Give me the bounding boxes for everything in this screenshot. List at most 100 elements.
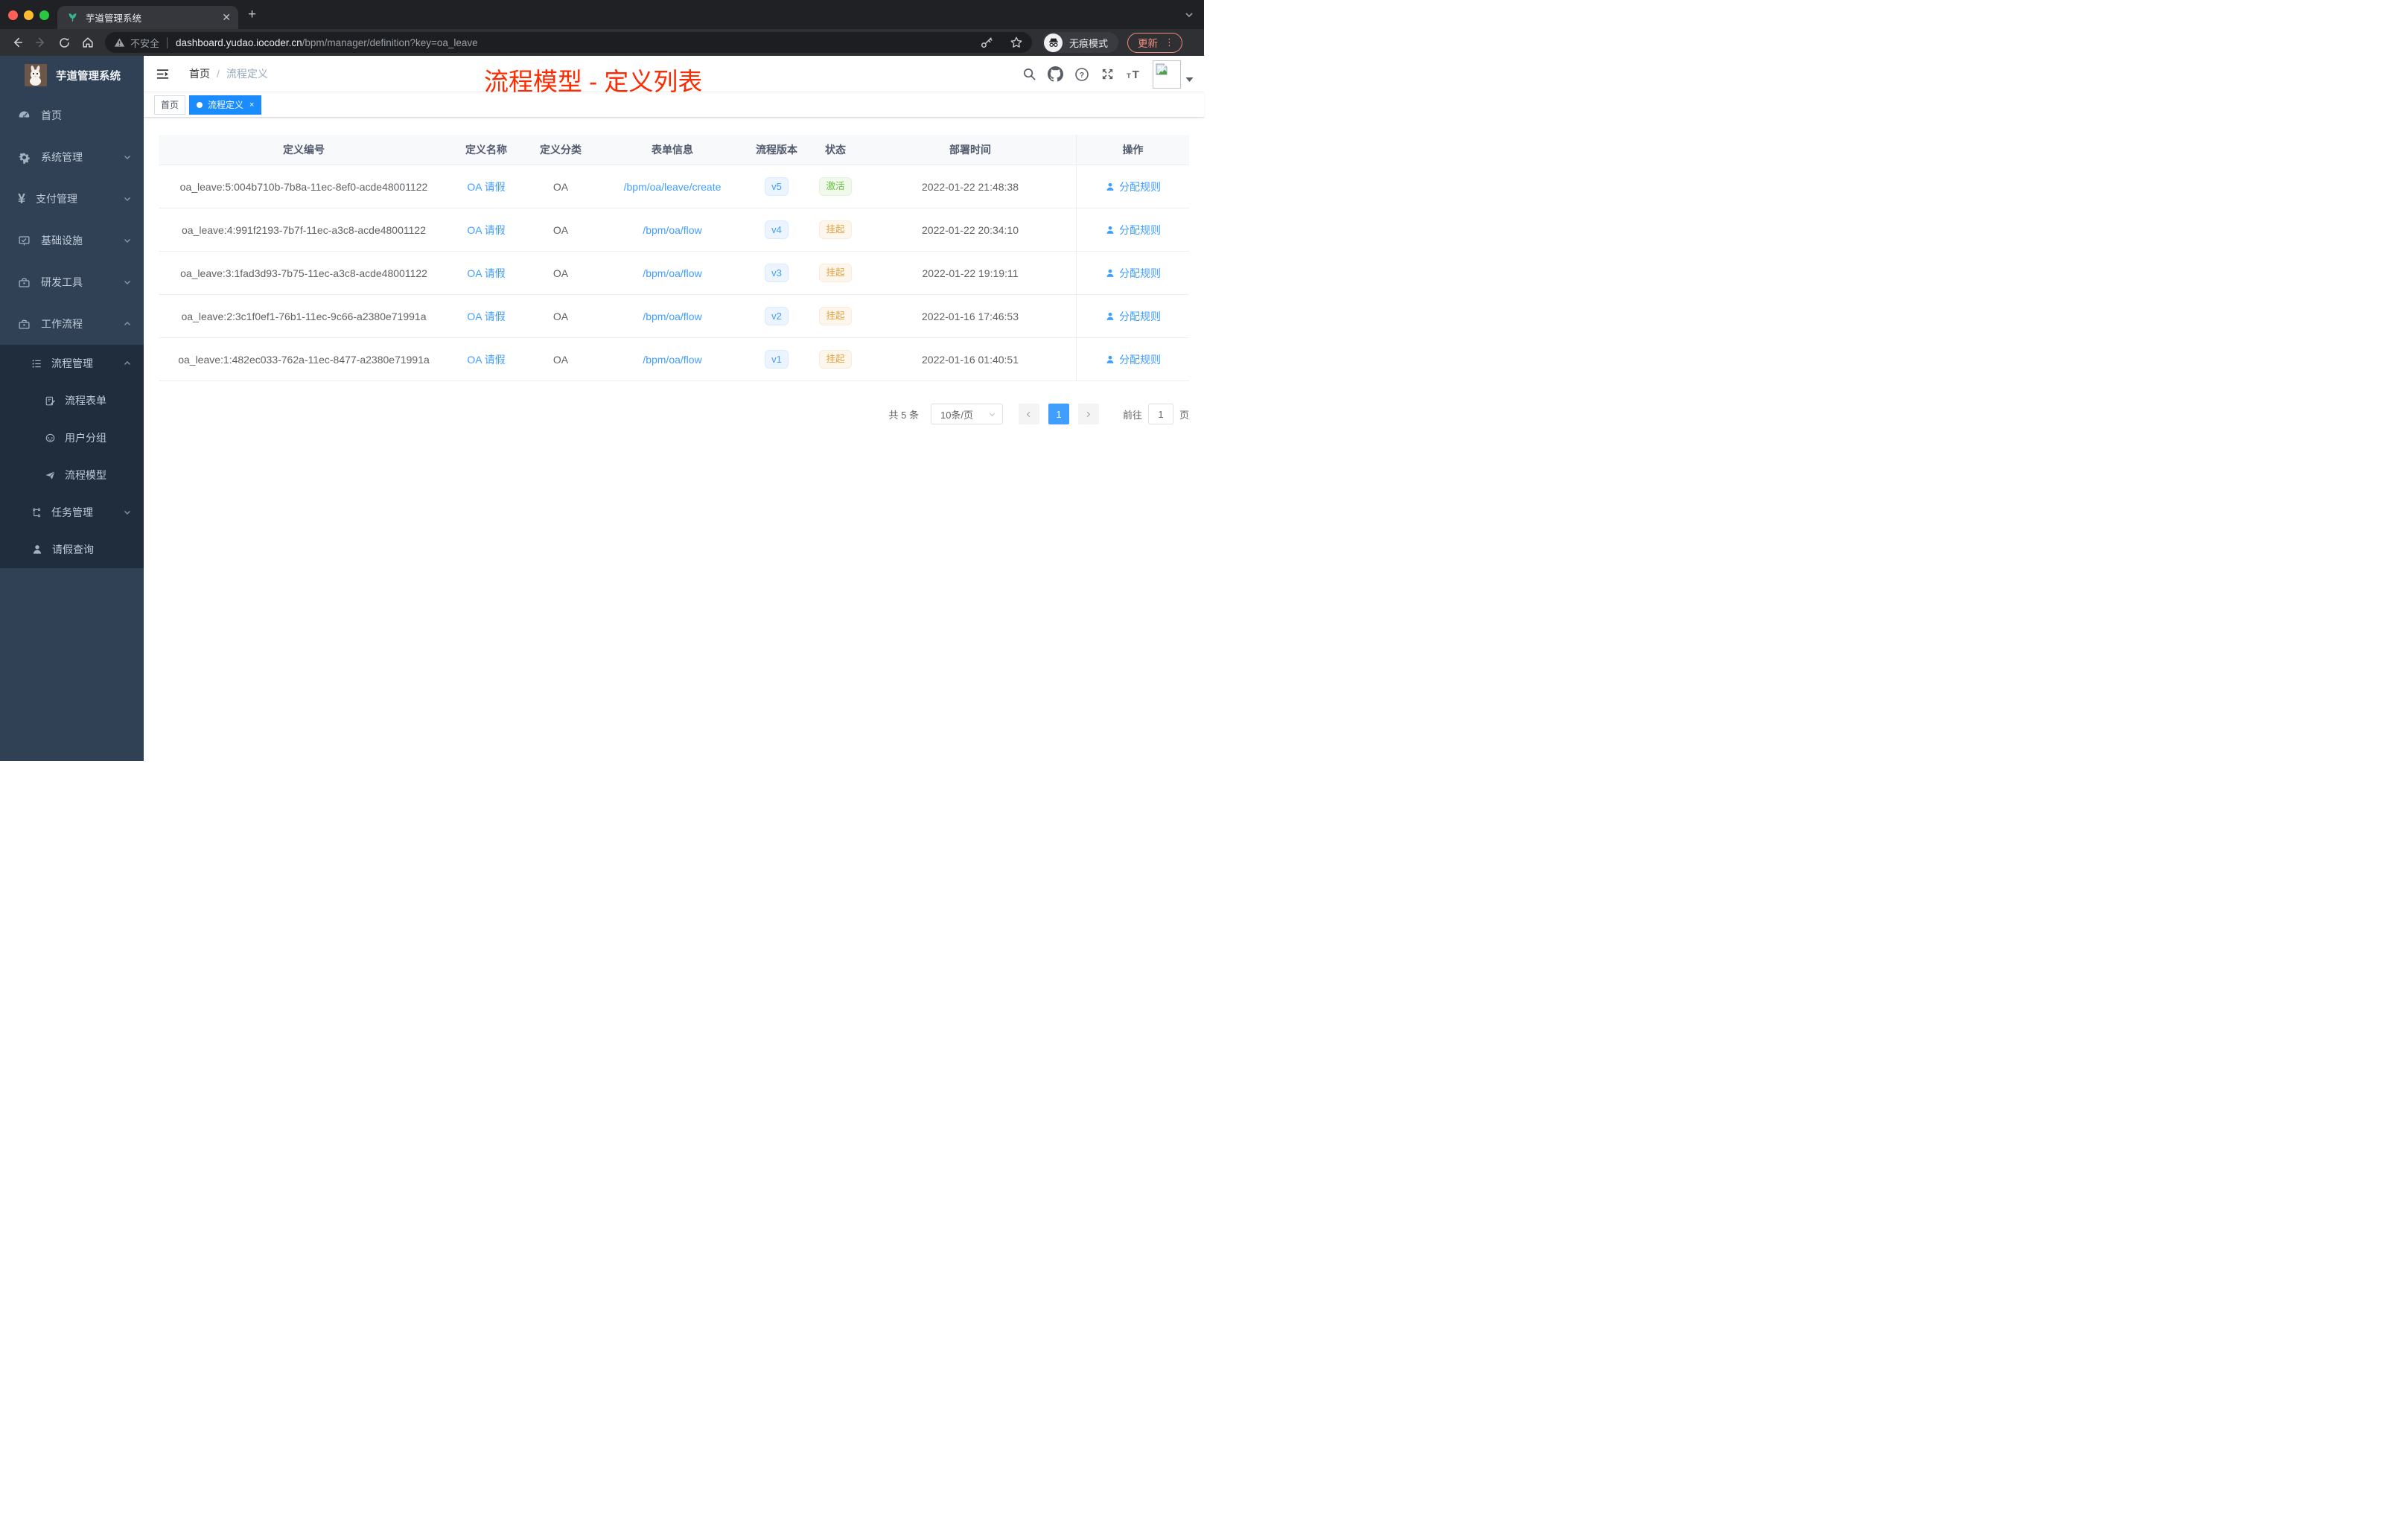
- logo-image: [25, 64, 47, 86]
- definition-name-link[interactable]: OA 请假: [467, 266, 505, 281]
- sidebar-item-leave-query[interactable]: 请假查询: [0, 531, 144, 568]
- sidebar-item-process-model[interactable]: 流程模型: [0, 456, 144, 494]
- definition-category: OA: [552, 267, 569, 279]
- bookmark-star-icon[interactable]: [1010, 36, 1023, 49]
- form-info-link[interactable]: /bpm/oa/leave/create: [624, 181, 722, 193]
- url-host: dashboard.yudao.iocoder.cn: [176, 36, 302, 48]
- chrome-update-button[interactable]: 更新 ⋮: [1127, 32, 1183, 53]
- font-size-icon[interactable]: T T: [1126, 67, 1141, 81]
- sidebar-item-home[interactable]: 首页: [0, 95, 144, 136]
- breadcrumb-home[interactable]: 首页: [189, 66, 210, 81]
- main-content: 首页 / 流程定义 ? T T 首页 流程定义 × 定义编号 定义名称 定义分类…: [144, 56, 1204, 761]
- password-key-icon[interactable]: [980, 36, 993, 49]
- tab-title: 芋道管理系统: [86, 13, 142, 24]
- tab-search-caret-icon[interactable]: [1185, 12, 1194, 18]
- definition-name-link[interactable]: OA 请假: [467, 179, 505, 194]
- tag-close-icon[interactable]: ×: [249, 101, 254, 109]
- update-label: 更新: [1138, 38, 1159, 49]
- tag-process-definition[interactable]: 流程定义 ×: [189, 95, 262, 115]
- table-row: oa_leave:3:1fad3d93-7b75-11ec-a3c8-acde4…: [159, 252, 1189, 295]
- column-header: 操作: [1076, 135, 1189, 165]
- gear-icon: [19, 153, 30, 164]
- prev-page-button[interactable]: [1018, 404, 1039, 424]
- status-badge: 挂起: [819, 350, 852, 369]
- infrastructure-icon: [19, 235, 30, 245]
- user-icon: [1106, 355, 1114, 363]
- sidebar-item-process-form[interactable]: 流程表单: [0, 382, 144, 419]
- sidebar-item-workflow[interactable]: 工作流程: [0, 303, 144, 345]
- url-path: /bpm/manager/definition?key=oa_leave: [302, 36, 478, 48]
- incognito-icon: [1044, 33, 1063, 52]
- address-bar[interactable]: 不安全 dashboard.yudao.iocoder.cn/bpm/manag…: [105, 32, 1032, 53]
- form-info-link[interactable]: /bpm/oa/flow: [643, 311, 701, 322]
- toolbox-icon: [19, 319, 30, 329]
- column-header: 表单信息: [652, 144, 693, 156]
- definition-name-link[interactable]: OA 请假: [467, 352, 505, 367]
- tag-home[interactable]: 首页: [154, 95, 186, 115]
- new-tab-button[interactable]: +: [248, 7, 256, 22]
- sidebar-item-user-group[interactable]: 用户分组: [0, 419, 144, 456]
- column-header: 部署时间: [949, 144, 991, 156]
- search-icon[interactable]: [1022, 67, 1036, 81]
- definition-name-link[interactable]: OA 请假: [467, 223, 505, 238]
- github-icon[interactable]: [1048, 66, 1063, 82]
- reload-icon[interactable]: [58, 36, 71, 49]
- avatar[interactable]: [1153, 60, 1181, 89]
- definition-name-link[interactable]: OA 请假: [467, 309, 505, 324]
- back-icon[interactable]: [10, 36, 24, 49]
- app-title: 芋道管理系统: [56, 70, 121, 83]
- breadcrumb-separator: /: [217, 68, 220, 80]
- column-header: 定义名称: [465, 144, 507, 156]
- assign-rule-link[interactable]: 分配规则: [1105, 179, 1161, 194]
- form-info-link[interactable]: /bpm/oa/flow: [643, 267, 701, 279]
- next-page-button[interactable]: [1077, 404, 1099, 424]
- status-badge: 挂起: [819, 307, 852, 325]
- tag-label: 首页: [161, 100, 179, 110]
- app-logo-row[interactable]: 芋道管理系统: [0, 56, 144, 95]
- user-icon: [1106, 269, 1114, 277]
- window-minimize-button[interactable]: [24, 10, 34, 20]
- window-zoom-button[interactable]: [39, 10, 49, 20]
- page-unit-label: 页: [1179, 409, 1189, 421]
- tab-close-icon[interactable]: ✕: [222, 11, 231, 24]
- avatar-dropdown-caret-icon[interactable]: [1185, 77, 1194, 83]
- form-info-link[interactable]: /bpm/oa/flow: [643, 224, 701, 236]
- sidebar-item-task-management[interactable]: 任务管理: [0, 494, 144, 531]
- sidebar-item-infrastructure[interactable]: 基础设施: [0, 220, 144, 261]
- definition-id: oa_leave:1:482ec033-762a-11ec-8477-a2380…: [178, 353, 430, 366]
- help-icon[interactable]: ?: [1074, 67, 1089, 82]
- group-icon: [45, 433, 55, 442]
- sidebar-item-label: 流程管理: [51, 357, 93, 369]
- home-icon[interactable]: [81, 36, 95, 49]
- user-icon: [1106, 312, 1114, 320]
- sidebar-item-label: 流程表单: [65, 395, 106, 407]
- assign-rule-link[interactable]: 分配规则: [1105, 223, 1161, 238]
- browser-tab[interactable]: 芋道管理系统 ✕: [57, 6, 238, 29]
- form-info-link[interactable]: /bpm/oa/flow: [643, 354, 701, 366]
- omnibox-divider: [167, 36, 168, 48]
- sidebar-item-payment[interactable]: ¥ 支付管理: [0, 178, 144, 220]
- fullscreen-icon[interactable]: [1101, 67, 1115, 81]
- goto-page-input[interactable]: 1: [1147, 404, 1173, 424]
- sidebar-item-devtools[interactable]: 研发工具: [0, 261, 144, 303]
- forward-icon[interactable]: [34, 36, 48, 49]
- sidebar-collapse-icon[interactable]: [156, 67, 170, 81]
- sidebar-item-system[interactable]: 系统管理: [0, 136, 144, 178]
- status-badge: 挂起: [819, 220, 852, 239]
- not-secure-warning-icon[interactable]: [114, 37, 125, 48]
- window-close-button[interactable]: [8, 10, 18, 20]
- assign-rule-link[interactable]: 分配规则: [1105, 309, 1161, 324]
- chevron-up-icon: [124, 322, 130, 325]
- table-row: oa_leave:5:004b710b-7b8a-11ec-8ef0-acde4…: [159, 165, 1189, 208]
- page-size-select[interactable]: 10条/页: [930, 404, 1003, 424]
- current-page-button[interactable]: 1: [1048, 404, 1069, 424]
- version-badge: v4: [765, 220, 789, 239]
- tree-list-icon: [32, 359, 41, 368]
- assign-rule-link[interactable]: 分配规则: [1105, 266, 1161, 281]
- browser-menu-icon[interactable]: ⋮: [1165, 36, 1174, 48]
- svg-text:T: T: [1127, 72, 1131, 80]
- sidebar-item-process-management[interactable]: 流程管理: [0, 345, 144, 382]
- column-header: 定义编号: [283, 144, 325, 156]
- table-row: oa_leave:1:482ec033-762a-11ec-8477-a2380…: [159, 338, 1189, 381]
- assign-rule-link[interactable]: 分配规则: [1105, 352, 1161, 367]
